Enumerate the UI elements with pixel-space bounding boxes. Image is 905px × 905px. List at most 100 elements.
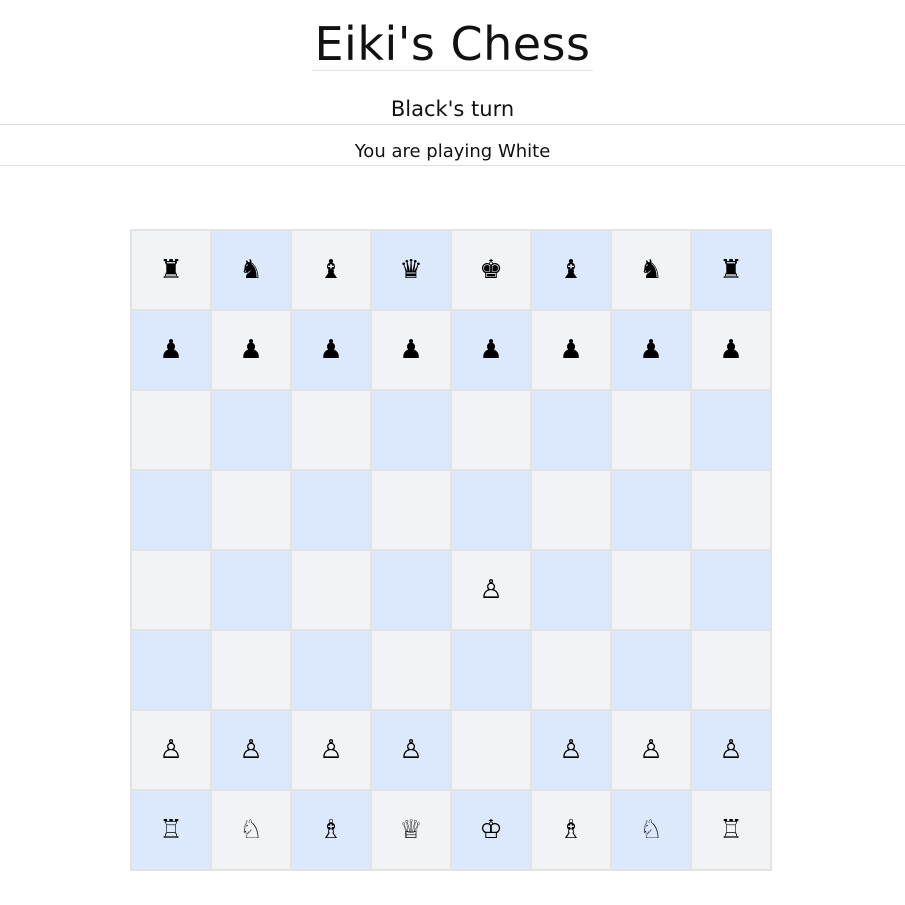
square-b2[interactable]: ♙ bbox=[211, 710, 291, 790]
title-container: Eiki's Chess bbox=[0, 18, 905, 71]
square-e8[interactable]: ♚ bbox=[451, 230, 531, 310]
black-pawn-icon[interactable]: ♟ bbox=[399, 337, 422, 363]
black-bishop-icon[interactable]: ♝ bbox=[319, 257, 342, 283]
square-c2[interactable]: ♙ bbox=[291, 710, 371, 790]
square-h6[interactable] bbox=[691, 390, 771, 470]
black-pawn-icon[interactable]: ♟ bbox=[639, 337, 662, 363]
square-a1[interactable]: ♖ bbox=[131, 790, 211, 870]
white-knight-icon[interactable]: ♘ bbox=[239, 817, 262, 843]
square-b5[interactable] bbox=[211, 470, 291, 550]
white-pawn-icon[interactable]: ♙ bbox=[399, 737, 422, 763]
square-h4[interactable] bbox=[691, 550, 771, 630]
square-b8[interactable]: ♞ bbox=[211, 230, 291, 310]
black-pawn-icon[interactable]: ♟ bbox=[479, 337, 502, 363]
square-b3[interactable] bbox=[211, 630, 291, 710]
black-knight-icon[interactable]: ♞ bbox=[239, 257, 262, 283]
white-rook-icon[interactable]: ♖ bbox=[719, 817, 742, 843]
square-g1[interactable]: ♘ bbox=[611, 790, 691, 870]
square-c4[interactable] bbox=[291, 550, 371, 630]
white-pawn-icon[interactable]: ♙ bbox=[639, 737, 662, 763]
square-d2[interactable]: ♙ bbox=[371, 710, 451, 790]
square-h3[interactable] bbox=[691, 630, 771, 710]
square-f4[interactable] bbox=[531, 550, 611, 630]
square-f8[interactable]: ♝ bbox=[531, 230, 611, 310]
white-king-icon[interactable]: ♔ bbox=[479, 817, 502, 843]
square-b4[interactable] bbox=[211, 550, 291, 630]
square-g5[interactable] bbox=[611, 470, 691, 550]
square-d8[interactable]: ♛ bbox=[371, 230, 451, 310]
square-e7[interactable]: ♟ bbox=[451, 310, 531, 390]
black-pawn-icon[interactable]: ♟ bbox=[319, 337, 342, 363]
square-b6[interactable] bbox=[211, 390, 291, 470]
square-c7[interactable]: ♟ bbox=[291, 310, 371, 390]
white-pawn-icon[interactable]: ♙ bbox=[319, 737, 342, 763]
square-f1[interactable]: ♗ bbox=[531, 790, 611, 870]
square-a3[interactable] bbox=[131, 630, 211, 710]
square-a7[interactable]: ♟ bbox=[131, 310, 211, 390]
square-f5[interactable] bbox=[531, 470, 611, 550]
white-pawn-icon[interactable]: ♙ bbox=[559, 737, 582, 763]
square-c5[interactable] bbox=[291, 470, 371, 550]
square-g3[interactable] bbox=[611, 630, 691, 710]
black-pawn-icon[interactable]: ♟ bbox=[239, 337, 262, 363]
square-f6[interactable] bbox=[531, 390, 611, 470]
black-queen-icon[interactable]: ♛ bbox=[399, 257, 422, 283]
white-queen-icon[interactable]: ♕ bbox=[399, 817, 422, 843]
square-g8[interactable]: ♞ bbox=[611, 230, 691, 310]
page-title: Eiki's Chess bbox=[312, 17, 593, 71]
square-e3[interactable] bbox=[451, 630, 531, 710]
white-knight-icon[interactable]: ♘ bbox=[639, 817, 662, 843]
white-pawn-icon[interactable]: ♙ bbox=[159, 737, 182, 763]
black-pawn-icon[interactable]: ♟ bbox=[719, 337, 742, 363]
square-h8[interactable]: ♜ bbox=[691, 230, 771, 310]
square-d7[interactable]: ♟ bbox=[371, 310, 451, 390]
square-f3[interactable] bbox=[531, 630, 611, 710]
square-d3[interactable] bbox=[371, 630, 451, 710]
square-e1[interactable]: ♔ bbox=[451, 790, 531, 870]
square-g7[interactable]: ♟ bbox=[611, 310, 691, 390]
square-h1[interactable]: ♖ bbox=[691, 790, 771, 870]
player-color-status: You are playing White bbox=[354, 141, 551, 162]
white-rook-icon[interactable]: ♖ bbox=[159, 817, 182, 843]
square-a5[interactable] bbox=[131, 470, 211, 550]
square-h5[interactable] bbox=[691, 470, 771, 550]
white-pawn-icon[interactable]: ♙ bbox=[719, 737, 742, 763]
square-c6[interactable] bbox=[291, 390, 371, 470]
square-b1[interactable]: ♘ bbox=[211, 790, 291, 870]
square-e4[interactable]: ♙ bbox=[451, 550, 531, 630]
square-a4[interactable] bbox=[131, 550, 211, 630]
turn-indicator: Black's turn bbox=[390, 97, 515, 121]
black-king-icon[interactable]: ♚ bbox=[479, 257, 502, 283]
square-g4[interactable] bbox=[611, 550, 691, 630]
white-pawn-icon[interactable]: ♙ bbox=[239, 737, 262, 763]
black-knight-icon[interactable]: ♞ bbox=[639, 257, 662, 283]
square-h2[interactable]: ♙ bbox=[691, 710, 771, 790]
square-e6[interactable] bbox=[451, 390, 531, 470]
square-d5[interactable] bbox=[371, 470, 451, 550]
square-a2[interactable]: ♙ bbox=[131, 710, 211, 790]
white-pawn-icon[interactable]: ♙ bbox=[479, 577, 502, 603]
square-b7[interactable]: ♟ bbox=[211, 310, 291, 390]
square-d4[interactable] bbox=[371, 550, 451, 630]
square-a8[interactable]: ♜ bbox=[131, 230, 211, 310]
black-pawn-icon[interactable]: ♟ bbox=[559, 337, 582, 363]
black-pawn-icon[interactable]: ♟ bbox=[159, 337, 182, 363]
white-bishop-icon[interactable]: ♗ bbox=[559, 817, 582, 843]
square-g6[interactable] bbox=[611, 390, 691, 470]
square-d6[interactable] bbox=[371, 390, 451, 470]
black-rook-icon[interactable]: ♜ bbox=[719, 257, 742, 283]
square-a6[interactable] bbox=[131, 390, 211, 470]
square-e5[interactable] bbox=[451, 470, 531, 550]
white-bishop-icon[interactable]: ♗ bbox=[319, 817, 342, 843]
square-c3[interactable] bbox=[291, 630, 371, 710]
black-rook-icon[interactable]: ♜ bbox=[159, 257, 182, 283]
square-c1[interactable]: ♗ bbox=[291, 790, 371, 870]
square-g2[interactable]: ♙ bbox=[611, 710, 691, 790]
square-f2[interactable]: ♙ bbox=[531, 710, 611, 790]
square-f7[interactable]: ♟ bbox=[531, 310, 611, 390]
square-c8[interactable]: ♝ bbox=[291, 230, 371, 310]
square-h7[interactable]: ♟ bbox=[691, 310, 771, 390]
square-e2[interactable] bbox=[451, 710, 531, 790]
black-bishop-icon[interactable]: ♝ bbox=[559, 257, 582, 283]
square-d1[interactable]: ♕ bbox=[371, 790, 451, 870]
